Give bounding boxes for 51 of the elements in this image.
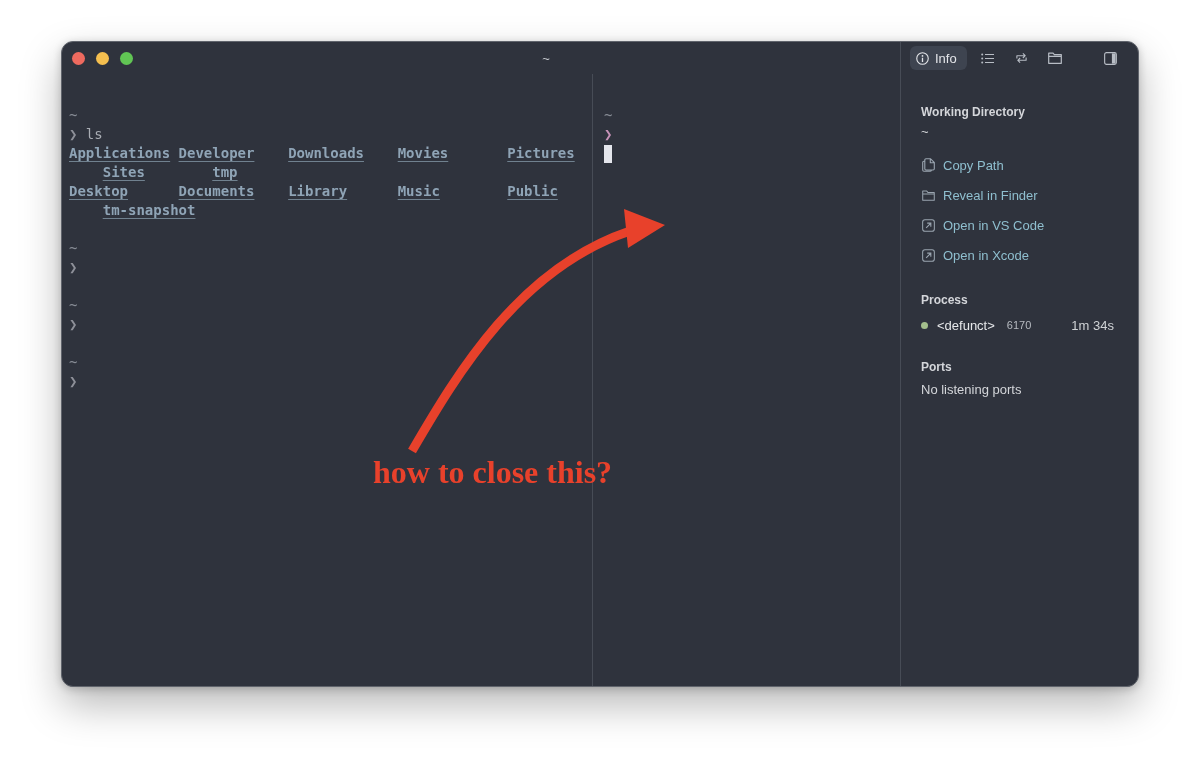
directory-name: tmp xyxy=(212,163,238,182)
window-title: ~ xyxy=(542,50,550,66)
command-text: ls xyxy=(85,126,103,142)
external-link-icon xyxy=(922,248,935,262)
sync-icon xyxy=(1014,52,1028,64)
directory-name: Movies xyxy=(397,144,449,163)
info-icon xyxy=(916,51,929,65)
prompt-symbol: ❯ xyxy=(69,259,78,275)
section-heading: Working Directory xyxy=(921,104,1026,120)
directory-prompt-text: ~ xyxy=(69,107,78,123)
directory-path: ~ xyxy=(921,124,930,140)
directory-prompt-text: ~ xyxy=(69,297,78,313)
directory-name: Applications xyxy=(69,144,171,163)
section-heading: Ports xyxy=(921,359,953,375)
prompt-symbol: ❯ xyxy=(69,126,78,142)
directory-name: Developer xyxy=(178,144,255,163)
action-link[interactable]: Open in Xcode xyxy=(921,240,1029,270)
folder-icon xyxy=(1048,52,1063,64)
copy-icon xyxy=(922,158,935,172)
directory-name: Library xyxy=(288,182,348,201)
elapsed-time: 1m 34s xyxy=(1071,317,1114,333)
action-link[interactable]: Open in VS Code xyxy=(921,210,1045,240)
folder-icon xyxy=(922,189,935,201)
annotation-text: how to close this? xyxy=(373,456,613,488)
prompt-symbol: ❯ xyxy=(604,126,613,142)
directory-prompt-text: ~ xyxy=(604,107,613,123)
directory-prompt-text: ~ xyxy=(69,240,78,256)
prompt-symbol: ❯ xyxy=(69,316,78,332)
directory-name: Public xyxy=(507,182,558,201)
sidebar-tab[interactable]: Info xyxy=(910,46,967,70)
directory-name: tm-snapshot xyxy=(102,201,196,220)
directory-name: Sites xyxy=(102,163,145,182)
prompt-symbol: ❯ xyxy=(69,373,78,389)
list-icon xyxy=(980,52,994,64)
directory-name: Downloads xyxy=(288,144,364,163)
empty-state-text: No listening ports xyxy=(921,382,1023,398)
directory-prompt-text: ~ xyxy=(69,354,78,370)
action-link[interactable]: Reveal in Finder xyxy=(921,180,1038,210)
process-name: <defunct> xyxy=(937,317,995,333)
directory-name: Desktop xyxy=(69,182,128,201)
minimize-button[interactable] xyxy=(96,51,109,65)
section-heading: Process xyxy=(921,292,969,308)
action-link[interactable]: Copy Path xyxy=(921,150,1004,180)
directory-name: Documents xyxy=(178,182,255,201)
sidebar-icon xyxy=(1103,51,1117,65)
process-id: 6170 xyxy=(1006,319,1032,331)
directory-name: Pictures xyxy=(507,144,575,163)
directory-name: Music xyxy=(397,182,440,201)
close-button[interactable] xyxy=(72,51,85,65)
zoom-button[interactable] xyxy=(120,51,133,65)
external-link-icon xyxy=(922,218,935,232)
